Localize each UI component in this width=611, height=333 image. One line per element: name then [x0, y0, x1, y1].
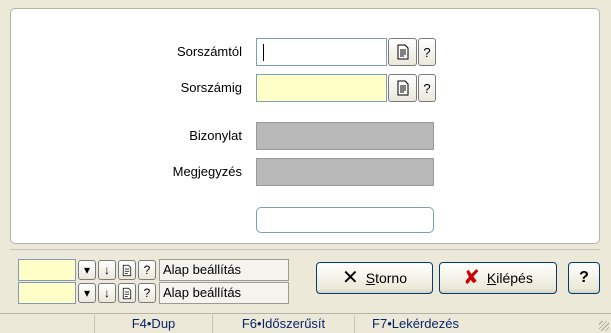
sorszamig-lookup-button[interactable]	[388, 74, 417, 102]
document-icon[interactable]	[118, 260, 136, 280]
storno-button[interactable]: ✕ Storno	[316, 262, 433, 294]
kilepes-button[interactable]: ✘ Kilépés	[439, 262, 557, 294]
sorszamtol-lookup-button[interactable]	[388, 38, 417, 66]
preset-row-2: ▾ ↓ ? Alap beállítás	[18, 282, 289, 304]
chevron-down-icon[interactable]: ▾	[78, 260, 96, 280]
help-icon[interactable]: ?	[138, 283, 156, 303]
close-icon: ✕	[341, 267, 359, 289]
arrow-down-icon[interactable]: ↓	[98, 260, 116, 280]
sorszamtol-input[interactable]	[256, 38, 387, 66]
arrow-down-icon[interactable]: ↓	[98, 283, 116, 303]
preset-row-1: ▾ ↓ ? Alap beállítás	[18, 259, 289, 281]
exit-x-icon: ✘	[463, 267, 480, 289]
sorszamtol-help-button[interactable]: ?	[418, 38, 436, 66]
help-icon[interactable]: ?	[138, 260, 156, 280]
kilepes-label: Kilépés	[486, 270, 533, 286]
extra-input[interactable]	[256, 207, 434, 233]
f7-query-key[interactable]: F7•Lekérdezés	[354, 314, 476, 333]
status-spacer	[0, 315, 94, 333]
sorszamtol-label: Sorszámtól	[176, 44, 242, 59]
document-icon	[397, 44, 408, 60]
text-caret	[263, 44, 264, 61]
preset-label: Alap beállítás	[159, 259, 289, 281]
bizonylat-field	[256, 122, 434, 150]
document-icon[interactable]	[118, 283, 136, 303]
preset-label: Alap beállítás	[159, 282, 289, 304]
megjegyzes-label: Megjegyzés	[172, 164, 242, 179]
megjegyzes-field	[256, 158, 434, 186]
document-icon	[397, 80, 408, 96]
sorszamig-label: Sorszámig	[180, 80, 242, 95]
sorszamig-help-button[interactable]: ?	[418, 74, 436, 102]
separator	[10, 249, 600, 250]
bizonylat-label: Bizonylat	[189, 128, 242, 143]
help-button[interactable]: ?	[568, 262, 600, 294]
storno-label: Storno	[365, 270, 408, 286]
preset-input[interactable]	[18, 259, 76, 281]
chevron-down-icon[interactable]: ▾	[78, 283, 96, 303]
f6-update-key[interactable]: F6•Időszerűsít	[212, 314, 354, 333]
sorszamig-input[interactable]	[256, 74, 387, 102]
f4-dup-key[interactable]: F4•Dup	[94, 314, 212, 333]
preset-input[interactable]	[18, 282, 76, 304]
resize-grip-icon[interactable]	[599, 321, 609, 331]
filter-form-panel: Sorszámtól ? Sorszámig ? Bizonylat Megje…	[10, 8, 600, 244]
status-bar: F4•Dup F6•Időszerűsít F7•Lekérdezés	[0, 313, 611, 333]
